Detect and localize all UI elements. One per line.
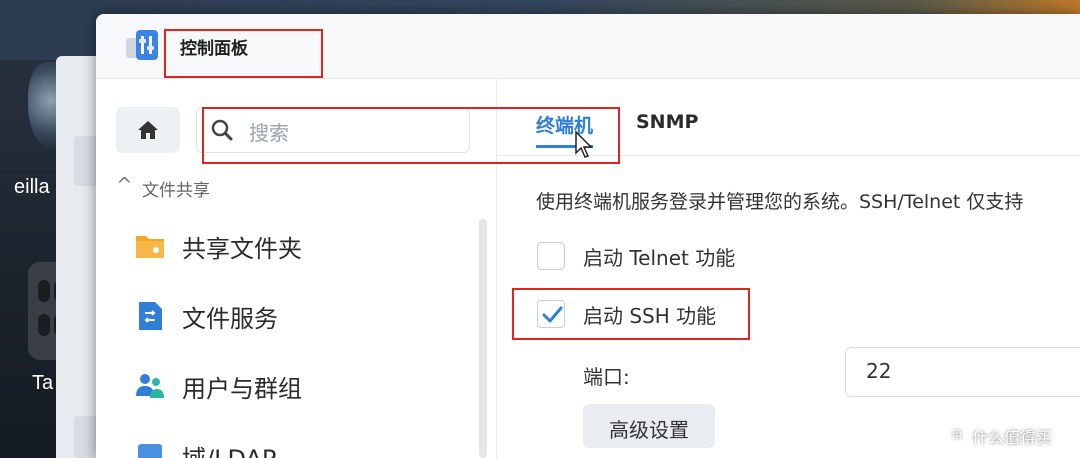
sidebar-item-label: 共享文件夹	[182, 235, 302, 263]
telnet-checkbox[interactable]	[537, 242, 565, 270]
tab-snmp[interactable]: SNMP	[636, 111, 698, 133]
users-groups-icon	[136, 374, 164, 398]
home-icon	[138, 121, 158, 139]
annotation-box-search	[202, 107, 620, 164]
port-field[interactable]: 22	[845, 347, 1080, 397]
svg-text:值: 值	[952, 428, 962, 441]
sidebar-item-label: 域/LDAP	[182, 439, 276, 458]
telnet-label: 启动 Telnet 功能	[583, 246, 736, 270]
shared-folder-icon	[136, 236, 164, 258]
control-panel-window: 控制面板 搜索 ^ 文件共享 共享文件夹 文件服务 用户与群组 终端机 SNMP…	[96, 14, 1080, 458]
annotation-box-title	[164, 29, 323, 78]
sidebar-item-file-services[interactable]: 文件服务	[134, 294, 474, 338]
section-label: 文件共享	[142, 181, 210, 201]
home-button[interactable]	[116, 107, 180, 153]
sidebar-item-label: 文件服务	[182, 305, 278, 333]
desktop-label-1: eilla	[14, 176, 50, 198]
sidebar-item-domain-ldap[interactable]: 域/LDAP	[134, 434, 474, 458]
sidebar-item-label: 用户与群组	[182, 375, 302, 403]
advanced-settings-button[interactable]: 高级设置	[583, 404, 715, 448]
sidebar-scrollbar[interactable]	[479, 219, 487, 458]
chevron-up-icon: ^	[116, 173, 133, 197]
watermark-text: 什么值得买	[972, 428, 1053, 447]
desktop-label-2: Ta	[32, 372, 54, 394]
watermark: 值 什么值得买	[946, 424, 1053, 448]
sidebar-item-users-groups[interactable]: 用户与群组	[134, 364, 474, 408]
description-text: 使用终端机服务登录并管理您的系统。SSH/Telnet 仅支持	[536, 191, 1024, 213]
port-label: 端口:	[583, 365, 630, 389]
file-services-icon	[139, 302, 162, 330]
annotation-box-ssh	[512, 288, 750, 340]
port-value: 22	[866, 359, 892, 383]
sidebar-item-shared-folder[interactable]: 共享文件夹	[134, 224, 474, 268]
control-panel-icon	[126, 30, 158, 60]
watermark-logo-icon: 值	[946, 425, 968, 443]
domain-ldap-icon	[138, 444, 162, 458]
section-header-file-sharing[interactable]: ^ 文件共享	[116, 173, 210, 201]
advanced-settings-label: 高级设置	[609, 418, 689, 442]
